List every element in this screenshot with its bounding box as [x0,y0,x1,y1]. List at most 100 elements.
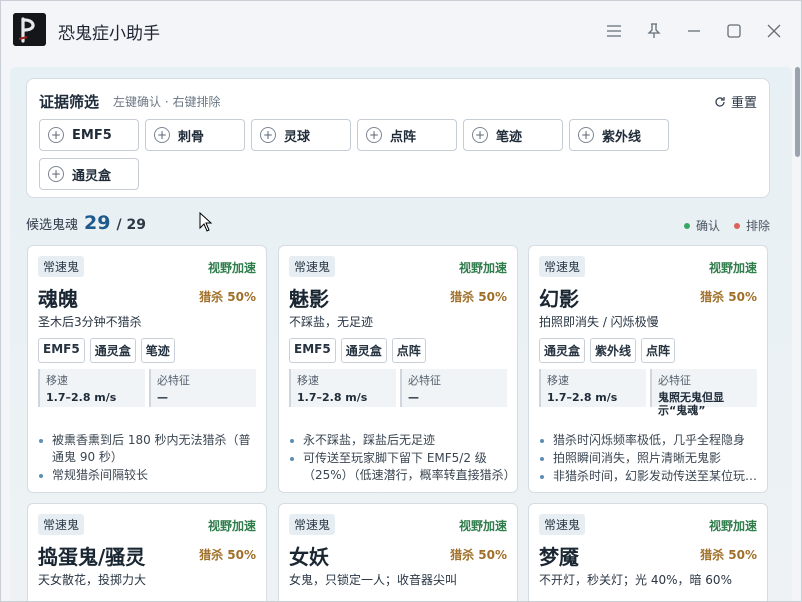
trait-stat: 必特征 鬼照无鬼但显示“鬼魂” [650,369,757,417]
evidence-tag: 点阵 [641,338,676,363]
ghost-card[interactable]: 常速鬼 视野加速 幻影 猎杀 50% 拍照即消失 / 闪烁极慢 通灵盒 紫外线 … [528,245,768,493]
chip-label: 刺骨 [178,129,205,145]
evidence-chip-freezing[interactable]: + 刺骨 [145,119,245,151]
maximize-icon[interactable] [722,19,746,43]
hunt-threshold: 猎杀 50% [199,548,256,562]
hunt-threshold: 猎杀 50% [700,290,757,304]
plus-icon: + [260,127,276,143]
stat-value: — [157,391,168,404]
ghost-name: 魂魄 [38,287,78,311]
note-item: 常规猎杀间隔较长 [38,467,260,484]
status-legend: 确认 排除 [683,217,770,234]
app-title: 恐鬼症小助手 [58,24,160,44]
speed-badge: 常速鬼 [289,256,336,277]
ghost-name: 魅影 [289,287,329,311]
speed-badge: 常速鬼 [539,514,586,535]
speed-badge: 常速鬼 [38,514,85,535]
mouse-cursor-icon [199,212,213,232]
ghost-stats: 移速 1.7–2.8 m/s 必特征 鬼照无鬼但显示“鬼魂” [539,369,757,417]
type-badge: 视野加速 [207,261,256,275]
chip-label: 笔迹 [496,129,523,145]
scrollbar[interactable] [795,67,800,157]
ghost-stats: 移速 1.7–2.8 m/s 必特征 — [289,369,507,407]
evidence-tag: 通灵盒 [539,338,586,363]
type-badge: 视野加速 [708,261,757,275]
close-icon[interactable] [762,19,786,43]
hunt-threshold: 猎杀 50% [450,548,507,562]
ghost-card[interactable]: 常速鬼 视野加速 魂魄 猎杀 50% 圣木后3分钟不猎杀 EMF5 通灵盒 笔迹… [27,245,267,493]
evidence-chip-orbs[interactable]: + 灵球 [251,119,351,151]
ghost-notes: 永不踩盐，踩盐后无足迹 可传送至玩家脚下留下 EMF5/2 级（25%）（低速潜… [289,432,511,485]
ghost-desc: 圣木后3分钟不猎杀 [38,315,142,329]
chip-label: 通灵盒 [72,168,112,184]
hunt-threshold: 猎杀 50% [450,290,507,304]
ghost-stats: 移速 1.7–2.8 m/s 必特征 — [38,369,256,407]
main-content: 证据筛选 左键确认 · 右键排除 重置 + EMF5 + 刺骨 + 灵球 + 点阵 + 笔… [10,67,792,601]
chip-label: 灵球 [284,129,311,145]
reset-button[interactable]: 重置 [714,92,757,111]
type-badge: 视野加速 [458,519,507,533]
evidence-filter-panel: 证据筛选 左键确认 · 右键排除 重置 + EMF5 + 刺骨 + 灵球 + 点阵 + 笔… [26,78,770,198]
evidence-list: EMF5 通灵盒 点阵 [289,338,426,363]
trait-stat: 必特征 — [149,369,256,407]
evidence-chip-emf5[interactable]: + EMF5 [39,119,139,151]
ghost-name: 梦魇 [539,545,579,569]
evidence-chip-writing[interactable]: + 笔迹 [463,119,563,151]
candidate-counter: 候选鬼魂 29 / 29 [26,212,146,234]
stat-key: 必特征 [157,374,190,387]
evidence-list: 通灵盒 紫外线 点阵 [539,338,676,363]
evidence-tag: 紫外线 [590,338,637,363]
pin-icon[interactable] [642,19,666,43]
speed-stat: 移速 1.7–2.8 m/s [38,369,145,407]
legend-confirm: 确认 [695,219,720,233]
exclude-dot-icon [733,222,740,229]
chip-label: 紫外线 [602,129,642,145]
app-window: 恐鬼症小助手 证据筛选 左键确认 · 右键排除 重置 + EMF5 + 刺骨 +… [0,0,802,602]
evidence-chip-dots[interactable]: + 点阵 [357,119,457,151]
stat-key: 移速 [547,374,569,387]
evidence-tag: 通灵盒 [340,338,387,363]
stat-key: 移速 [46,374,68,387]
ghost-card[interactable]: 常速鬼 视野加速 女妖 猎杀 50% 女鬼，只锁定一人；收音器尖叫 [278,503,518,601]
chip-label: EMF5 [72,127,112,143]
stat-value: 1.7–2.8 m/s [547,391,618,404]
evidence-chip-uv[interactable]: + 紫外线 [569,119,669,151]
ghost-desc: 女鬼，只锁定一人；收音器尖叫 [289,573,458,587]
speed-badge: 常速鬼 [539,256,586,277]
speed-stat: 移速 1.7–2.8 m/s [539,369,646,407]
plus-icon: + [48,166,64,182]
note-item: 可传送至玩家脚下留下 EMF5/2 级（25%）（低速潜行，概率转直接猎杀） [289,450,511,484]
note-item: 永不踩盐，踩盐后无足迹 [289,432,511,449]
evidence-tag: EMF5 [289,338,336,363]
stat-value: 1.7–2.8 m/s [46,391,117,404]
filter-title: 证据筛选 [39,93,100,111]
stat-key: 必特征 [658,374,691,387]
menu-icon[interactable] [602,19,626,43]
stat-key: 移速 [297,374,319,387]
hunt-threshold: 猎杀 50% [700,548,757,562]
candidate-label: 候选鬼魂 [26,218,79,233]
ghost-card[interactable]: 常速鬼 视野加速 魅影 猎杀 50% 不踩盐，无足迹 EMF5 通灵盒 点阵 移… [278,245,518,493]
evidence-chip-spirit-box[interactable]: + 通灵盒 [39,158,139,190]
app-logo-icon [13,13,46,46]
reset-label: 重置 [730,96,757,111]
title-bar: 恐鬼症小助手 [1,1,801,61]
trait-stat: 必特征 — [400,369,507,407]
evidence-tag: 笔迹 [140,338,175,363]
ghost-card[interactable]: 常速鬼 视野加速 梦魇 猎杀 50% 不开灯，秒关灯；光 40%，暗 60% [528,503,768,601]
note-item: 拍照瞬间消失，照片清晰无鬼影 [539,450,761,467]
speed-stat: 移速 1.7–2.8 m/s [289,369,396,407]
plus-icon: + [366,127,382,143]
ghost-card[interactable]: 常速鬼 视野加速 捣蛋鬼/骚灵 猎杀 50% 天女散花，投掷力大 [27,503,267,601]
candidate-total: / 29 [116,217,146,233]
note-item: 非猎杀时间，幻影发动传送至某位玩家附近 [539,468,761,485]
type-badge: 视野加速 [458,261,507,275]
candidate-count: 29 [84,212,111,234]
ghost-name: 捣蛋鬼/骚灵 [38,545,146,569]
ghost-name: 幻影 [539,287,579,311]
minimize-icon[interactable] [682,19,706,43]
plus-icon: + [48,127,64,143]
refresh-icon [715,96,725,107]
ghost-desc: 不开灯，秒关灯；光 40%，暗 60% [539,573,732,587]
evidence-tag: EMF5 [38,338,85,363]
